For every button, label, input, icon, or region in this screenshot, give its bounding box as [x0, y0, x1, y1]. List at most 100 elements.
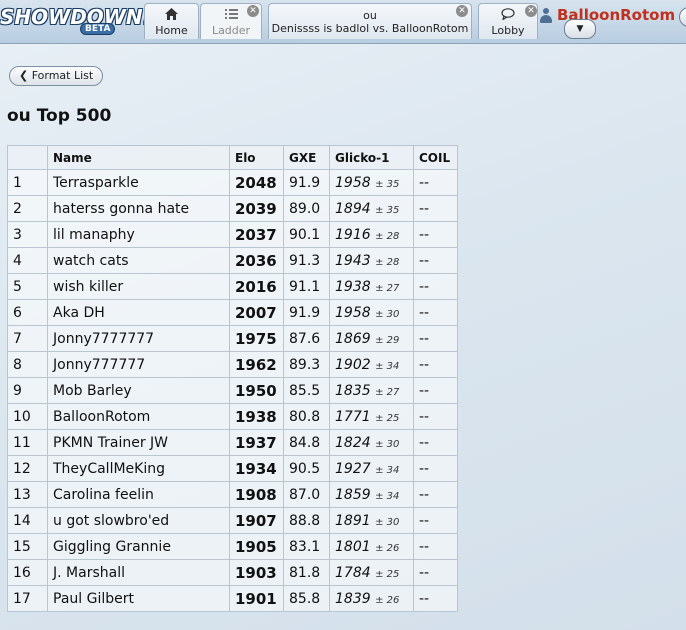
- player-name-link[interactable]: BalloonRotom: [47, 403, 230, 430]
- col-glicko-header: Glicko-1: [329, 145, 414, 170]
- glicko-cell: 1943 ± 28: [329, 247, 414, 274]
- table-row: 16 J. Marshall 1903 81.8 1784 ± 25 --: [7, 559, 458, 586]
- rank-cell: 8: [7, 351, 48, 378]
- glicko-deviation: ± 35: [375, 178, 400, 190]
- close-ladder-tab-icon[interactable]: ✕: [247, 5, 259, 17]
- table-row: 2 haterss gonna hate 2039 89.0 1894 ± 35 --: [7, 195, 458, 222]
- user-icon: [540, 8, 552, 23]
- glicko-rating: 1902: [335, 356, 371, 373]
- elo-cell: 1907: [229, 507, 284, 534]
- player-name-link[interactable]: Jonny777777: [47, 351, 230, 378]
- player-name-link[interactable]: Aka DH: [47, 299, 230, 326]
- rank-cell: 2: [7, 195, 48, 222]
- glicko-rating: 1801: [335, 538, 371, 555]
- tab-lobby-label: Lobby: [491, 24, 525, 37]
- glicko-rating: 1958: [335, 304, 371, 321]
- rank-cell: 3: [7, 221, 48, 248]
- player-name-link[interactable]: Jonny7777777: [47, 325, 230, 352]
- player-name-link[interactable]: TheyCallMeKing: [47, 455, 230, 482]
- rank-cell: 11: [7, 429, 48, 456]
- glicko-cell: 1958 ± 30: [329, 299, 414, 326]
- col-rank-header: [7, 145, 48, 170]
- glicko-deviation: ± 25: [375, 412, 400, 424]
- rank-cell: 17: [7, 585, 48, 612]
- elo-cell: 2036: [229, 247, 284, 274]
- rank-cell: 1: [7, 169, 48, 196]
- coil-cell: --: [413, 169, 458, 196]
- glicko-cell: 1891 ± 30: [329, 507, 414, 534]
- glicko-cell: 1869 ± 29: [329, 325, 414, 352]
- format-list-button[interactable]: ❮ Format List: [9, 66, 104, 86]
- coil-cell: --: [413, 585, 458, 612]
- rank-cell: 13: [7, 481, 48, 508]
- table-row: 4 watch cats 2036 91.3 1943 ± 28 --: [7, 247, 458, 274]
- player-name-link[interactable]: lil manaphy: [47, 221, 230, 248]
- player-name-link[interactable]: Carolina feelin: [47, 481, 230, 508]
- glicko-deviation: ± 34: [375, 490, 400, 502]
- coil-cell: --: [413, 403, 458, 430]
- rank-cell: 15: [7, 533, 48, 560]
- gxe-cell: 89.0: [283, 195, 330, 222]
- elo-cell: 1950: [229, 377, 284, 404]
- elo-cell: 1908: [229, 481, 284, 508]
- settings-button[interactable]: [679, 7, 686, 27]
- elo-cell: 1975: [229, 325, 284, 352]
- elo-cell: 2039: [229, 195, 284, 222]
- glicko-cell: 1902 ± 34: [329, 351, 414, 378]
- glicko-deviation: ± 27: [375, 386, 400, 398]
- coil-cell: --: [413, 351, 458, 378]
- player-name-link[interactable]: haterss gonna hate: [47, 195, 230, 222]
- gxe-cell: 88.8: [283, 507, 330, 534]
- coil-cell: --: [413, 299, 458, 326]
- table-row: 10 BalloonRotom 1938 80.8 1771 ± 25 --: [7, 403, 458, 430]
- gxe-cell: 85.5: [283, 377, 330, 404]
- glicko-cell: 1958 ± 35: [329, 169, 414, 196]
- tab-battle[interactable]: ou Denissss is badlol vs. BalloonRotom: [268, 3, 472, 39]
- gxe-cell: 91.9: [283, 299, 330, 326]
- player-name-link[interactable]: Terrasparkle: [47, 169, 230, 196]
- chevron-down-icon: ▼: [576, 24, 584, 34]
- player-name-link[interactable]: u got slowbro'ed: [47, 507, 230, 534]
- player-name-link[interactable]: wish killer: [47, 273, 230, 300]
- player-name-link[interactable]: watch cats: [47, 247, 230, 274]
- table-header-row: Name Elo GXE Glicko-1 COIL: [7, 145, 458, 170]
- gxe-cell: 91.1: [283, 273, 330, 300]
- elo-cell: 1962: [229, 351, 284, 378]
- table-row: 17 Paul Gilbert 1901 85.8 1839 ± 26 --: [7, 585, 458, 612]
- rank-cell: 6: [7, 299, 48, 326]
- menu-dropdown-button[interactable]: ▼: [564, 19, 596, 39]
- glicko-deviation: ± 34: [375, 464, 400, 476]
- gxe-cell: 89.3: [283, 351, 330, 378]
- player-name-link[interactable]: Paul Gilbert: [47, 585, 230, 612]
- tab-battle-format: ou: [363, 9, 377, 22]
- player-name-link[interactable]: J. Marshall: [47, 559, 230, 586]
- coil-cell: --: [413, 195, 458, 222]
- glicko-cell: 1824 ± 30: [329, 429, 414, 456]
- rank-cell: 14: [7, 507, 48, 534]
- elo-cell: 1938: [229, 403, 284, 430]
- home-icon: [145, 8, 198, 24]
- player-name-link[interactable]: Mob Barley: [47, 377, 230, 404]
- coil-cell: --: [413, 455, 458, 482]
- header-bar: Pokémon SHOWDOWN! BETA Home Ladder ✕ ou …: [0, 0, 686, 44]
- showdown-logo[interactable]: Pokémon SHOWDOWN! BETA: [0, 0, 152, 40]
- elo-cell: 2007: [229, 299, 284, 326]
- glicko-rating: 1771: [335, 408, 371, 425]
- col-name-header: Name: [47, 145, 230, 170]
- coil-cell: --: [413, 273, 458, 300]
- glicko-rating: 1859: [335, 486, 371, 503]
- player-name-link[interactable]: PKMN Trainer JW: [47, 429, 230, 456]
- close-battle-tab-icon[interactable]: ✕: [456, 5, 468, 17]
- glicko-cell: 1801 ± 26: [329, 533, 414, 560]
- tab-home[interactable]: Home: [144, 3, 199, 39]
- glicko-rating: 1824: [335, 434, 371, 451]
- glicko-cell: 1859 ± 34: [329, 481, 414, 508]
- coil-cell: --: [413, 247, 458, 274]
- rank-cell: 7: [7, 325, 48, 352]
- player-name-link[interactable]: Giggling Grannie: [47, 533, 230, 560]
- elo-cell: 1903: [229, 559, 284, 586]
- table-row: 12 TheyCallMeKing 1934 90.5 1927 ± 34 --: [7, 455, 458, 482]
- close-lobby-tab-icon[interactable]: ✕: [525, 5, 537, 17]
- table-row: 14 u got slowbro'ed 1907 88.8 1891 ± 30 --: [7, 507, 458, 534]
- elo-cell: 1905: [229, 533, 284, 560]
